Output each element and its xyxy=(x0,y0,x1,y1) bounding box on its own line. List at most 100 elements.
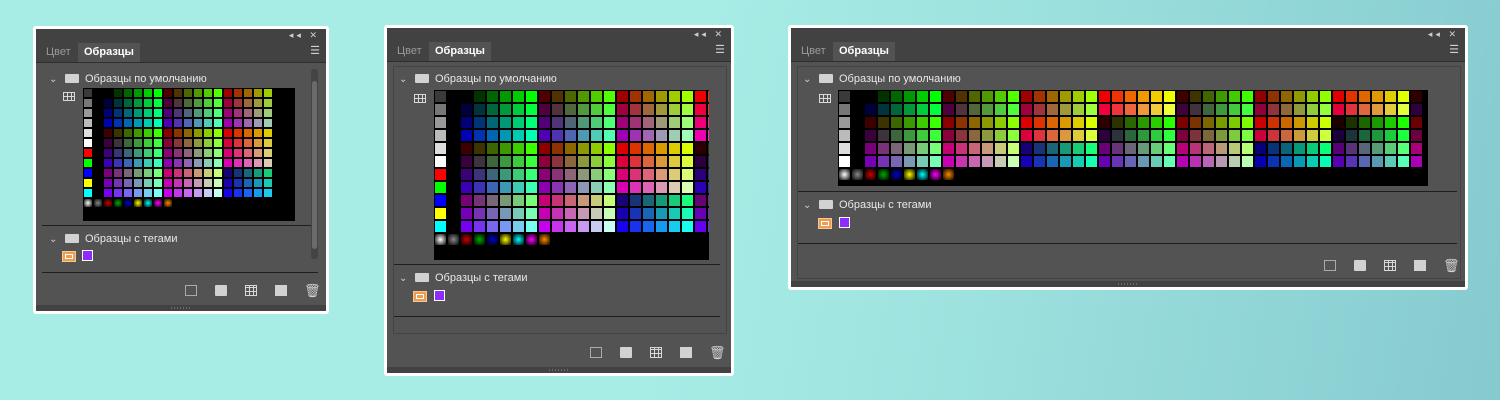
swatch[interactable] xyxy=(203,188,213,198)
swatch[interactable] xyxy=(1293,129,1306,142)
swatch[interactable] xyxy=(1410,103,1423,116)
swatch[interactable] xyxy=(113,98,123,108)
chevron-down-icon[interactable]: ⌄ xyxy=(49,72,61,88)
swatch[interactable] xyxy=(243,178,253,188)
swatch[interactable] xyxy=(1228,142,1241,155)
swatch[interactable] xyxy=(1384,129,1397,142)
swatch[interactable] xyxy=(83,178,93,188)
swatch[interactable] xyxy=(1163,103,1176,116)
swatch[interactable] xyxy=(1124,155,1137,168)
swatch[interactable] xyxy=(864,155,877,168)
trash-icon[interactable]: 🗑 xyxy=(304,284,321,297)
swatch[interactable] xyxy=(103,188,113,198)
swatch[interactable] xyxy=(916,116,929,129)
swatch[interactable] xyxy=(668,155,681,168)
gradient-swatch[interactable] xyxy=(916,168,929,181)
swatch[interactable] xyxy=(968,155,981,168)
swatch[interactable] xyxy=(1059,103,1072,116)
tab-swatches[interactable]: Образцы xyxy=(429,42,491,61)
swatch[interactable] xyxy=(590,168,603,181)
swatch[interactable] xyxy=(223,128,233,138)
swatch[interactable] xyxy=(243,108,253,118)
swatch[interactable] xyxy=(143,118,153,128)
swatch[interactable] xyxy=(113,108,123,118)
swatch[interactable] xyxy=(173,178,183,188)
swatch[interactable] xyxy=(434,90,447,103)
swatch[interactable] xyxy=(525,194,538,207)
swatch[interactable] xyxy=(981,103,994,116)
swatch[interactable] xyxy=(473,181,486,194)
swatch[interactable] xyxy=(263,128,273,138)
swatch[interactable] xyxy=(133,168,143,178)
swatch[interactable] xyxy=(877,129,890,142)
swatch[interactable] xyxy=(1306,116,1319,129)
swatch[interactable] xyxy=(1397,90,1410,103)
swatch[interactable] xyxy=(193,178,203,188)
swatch[interactable] xyxy=(263,178,273,188)
swatch[interactable] xyxy=(942,90,955,103)
gradient-swatch[interactable] xyxy=(133,198,143,208)
swatch[interactable] xyxy=(1371,116,1384,129)
swatch[interactable] xyxy=(525,116,538,129)
swatch[interactable] xyxy=(512,168,525,181)
swatch[interactable] xyxy=(1189,129,1202,142)
swatch[interactable] xyxy=(1267,155,1280,168)
swatch[interactable] xyxy=(123,108,133,118)
swatch[interactable] xyxy=(1033,103,1046,116)
swatch[interactable] xyxy=(460,142,473,155)
gradient-swatch[interactable] xyxy=(929,168,942,181)
swatch[interactable] xyxy=(1202,142,1215,155)
swatch[interactable] xyxy=(1085,90,1098,103)
resize-grip[interactable] xyxy=(387,367,731,373)
swatch[interactable] xyxy=(143,138,153,148)
swatch[interactable] xyxy=(929,155,942,168)
gradient-swatch[interactable] xyxy=(153,198,163,208)
swatch[interactable] xyxy=(694,155,707,168)
swatch[interactable] xyxy=(1059,90,1072,103)
swatch[interactable] xyxy=(213,158,223,168)
swatch[interactable] xyxy=(460,207,473,220)
swatch[interactable] xyxy=(525,155,538,168)
swatch[interactable] xyxy=(1332,116,1345,129)
hamburger-menu-icon[interactable]: ☰ xyxy=(1449,45,1459,56)
swatch[interactable] xyxy=(1358,129,1371,142)
tagged-swatch[interactable] xyxy=(434,290,445,301)
swatch[interactable] xyxy=(193,188,203,198)
swatch[interactable] xyxy=(1020,116,1033,129)
swatch[interactable] xyxy=(1189,142,1202,155)
swatch[interactable] xyxy=(1228,116,1241,129)
swatch[interactable] xyxy=(499,155,512,168)
swatch[interactable] xyxy=(233,138,243,148)
swatch[interactable] xyxy=(694,142,707,155)
swatch[interactable] xyxy=(1046,155,1059,168)
swatch[interactable] xyxy=(538,194,551,207)
swatch[interactable] xyxy=(838,116,851,129)
swatch[interactable] xyxy=(183,118,193,128)
swatch[interactable] xyxy=(642,103,655,116)
swatch[interactable] xyxy=(263,98,273,108)
swatch[interactable] xyxy=(1020,90,1033,103)
swatch[interactable] xyxy=(538,220,551,233)
swatch[interactable] xyxy=(1228,103,1241,116)
swatch[interactable] xyxy=(1332,129,1345,142)
swatch[interactable] xyxy=(1059,142,1072,155)
swatch[interactable] xyxy=(113,148,123,158)
new-page-icon[interactable] xyxy=(1414,260,1426,271)
swatch[interactable] xyxy=(577,194,590,207)
swatch[interactable] xyxy=(1410,155,1423,168)
swatch[interactable] xyxy=(1007,155,1020,168)
swatch[interactable] xyxy=(499,129,512,142)
swatch[interactable] xyxy=(1098,129,1111,142)
swatch[interactable] xyxy=(512,181,525,194)
double-chevron-left-icon[interactable]: ◂◂ xyxy=(1428,29,1443,39)
swatch[interactable] xyxy=(668,129,681,142)
swatch[interactable] xyxy=(655,142,668,155)
swatch[interactable] xyxy=(994,103,1007,116)
swatch[interactable] xyxy=(1215,142,1228,155)
swatch[interactable] xyxy=(486,142,499,155)
swatch[interactable] xyxy=(1137,103,1150,116)
swatch[interactable] xyxy=(163,158,173,168)
swatch[interactable] xyxy=(183,98,193,108)
swatch[interactable] xyxy=(642,129,655,142)
swatch[interactable] xyxy=(994,155,1007,168)
